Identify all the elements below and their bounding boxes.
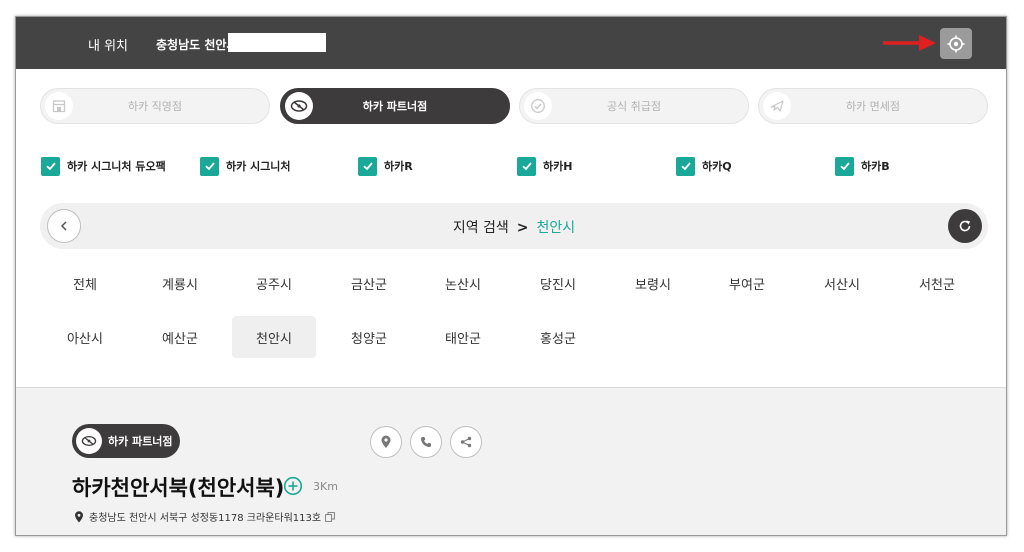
filter-label: 하카Q (702, 160, 732, 173)
filter-label: 하카H (543, 160, 573, 173)
store-icon (45, 92, 73, 120)
refresh-button[interactable] (948, 209, 982, 243)
checkbox-checked-icon[interactable] (358, 156, 377, 176)
filter-label: 하카B (861, 160, 890, 173)
store-locator-frame: 내 위치 충청남도 천안시 하카 직영점 하카 파트너점 공식 취급점 하카 면… (15, 16, 1007, 536)
district-option[interactable]: 공주시 (232, 262, 316, 304)
checkbox-checked-icon[interactable] (517, 156, 536, 176)
region-breadcrumb: 지역 검색 > 천안시 (40, 217, 988, 237)
store-type-label: 하카 파트너점 (362, 100, 428, 113)
filter-label: 하카 시그니처 듀오팩 (67, 160, 166, 173)
district-option[interactable]: 청양군 (327, 316, 411, 358)
district-option[interactable]: 당진시 (516, 262, 600, 304)
phone-icon (421, 437, 431, 447)
refresh-icon (959, 220, 971, 232)
district-option[interactable]: 홍성군 (516, 316, 600, 358)
location-header: 내 위치 충청남도 천안시 (16, 17, 1006, 69)
airplane-icon (763, 92, 791, 120)
current-location-button[interactable] (940, 28, 972, 59)
checkbox-checked-icon[interactable] (200, 156, 219, 176)
copy-icon[interactable] (325, 511, 335, 522)
filter-haka-h[interactable]: 하카H (517, 156, 572, 176)
store-type-label: 공식 취급점 (606, 100, 662, 113)
partner-badge: 하카 파트너점 (72, 424, 180, 458)
filter-signature-duo[interactable]: 하카 시그니처 듀오팩 (41, 156, 166, 176)
filter-haka-r[interactable]: 하카R (358, 156, 413, 176)
district-option[interactable]: 천안시 (232, 316, 316, 358)
district-option[interactable]: 태안군 (421, 316, 505, 358)
badge-label: 하카 파트너점 (108, 435, 173, 448)
add-favorite-icon[interactable] (283, 476, 303, 496)
district-option[interactable]: 금산군 (327, 262, 411, 304)
check-circle-icon (524, 92, 552, 120)
store-type-label: 하카 면세점 (845, 100, 901, 113)
store-result: 하카 파트너점 하카천안서북(천안서북) 3Km 충청남도 천안시 서북구 성정… (16, 388, 1006, 535)
district-option[interactable]: 예산군 (138, 316, 222, 358)
store-type-duty-free[interactable]: 하카 면세점 (758, 88, 988, 124)
address-redaction (228, 33, 326, 52)
region-search-bar: 지역 검색 > 천안시 (40, 203, 988, 249)
checkbox-checked-icon[interactable] (676, 156, 695, 176)
store-type-direct[interactable]: 하카 직영점 (40, 88, 270, 124)
share-button[interactable] (450, 426, 482, 458)
filter-label: 하카 시그니처 (226, 160, 291, 173)
district-option[interactable]: 논산시 (421, 262, 505, 304)
store-type-label: 하카 직영점 (127, 100, 183, 113)
store-name: 하카천안서북(천안서북) (72, 476, 285, 500)
filter-signature[interactable]: 하카 시그니처 (200, 156, 291, 176)
current-region: 천안시 (536, 220, 576, 236)
store-address: 충청남도 천안시 서북구 성정동1178 크라운타워113호 (89, 513, 322, 524)
store-address-row: 충청남도 천안시 서북구 성정동1178 크라운타워113호 (74, 509, 335, 524)
red-arrow-icon (883, 35, 936, 51)
crosshair-icon (947, 35, 965, 52)
filter-label: 하카R (384, 160, 413, 173)
store-type-partner[interactable]: 하카 파트너점 (280, 88, 510, 124)
filter-haka-q[interactable]: 하카Q (676, 156, 732, 176)
district-option[interactable]: 아산시 (43, 316, 127, 358)
checkbox-checked-icon[interactable] (835, 156, 854, 176)
current-address: 충청남도 천안시 (156, 38, 238, 52)
district-option[interactable]: 전체 (43, 262, 127, 304)
district-option[interactable]: 보령시 (611, 262, 695, 304)
district-option[interactable]: 서천군 (895, 262, 979, 304)
filter-haka-b[interactable]: 하카B (835, 156, 890, 176)
store-distance: 3Km (313, 480, 338, 493)
handshake-icon (76, 428, 102, 454)
handshake-icon (285, 92, 313, 120)
district-option[interactable]: 계룡시 (138, 262, 222, 304)
store-type-official[interactable]: 공식 취급점 (519, 88, 749, 124)
checkbox-checked-icon[interactable] (41, 156, 60, 176)
region-search-label: 지역 검색 (452, 220, 509, 236)
location-pin-icon (75, 510, 83, 522)
district-option[interactable]: 부여군 (705, 262, 789, 304)
map-pin-icon (381, 435, 391, 448)
call-button[interactable] (410, 426, 442, 458)
map-pin-button[interactable] (370, 426, 402, 458)
breadcrumb-separator: > (516, 220, 529, 236)
district-option[interactable]: 서산시 (800, 262, 884, 304)
my-location-label: 내 위치 (88, 39, 129, 54)
share-icon (460, 436, 472, 448)
